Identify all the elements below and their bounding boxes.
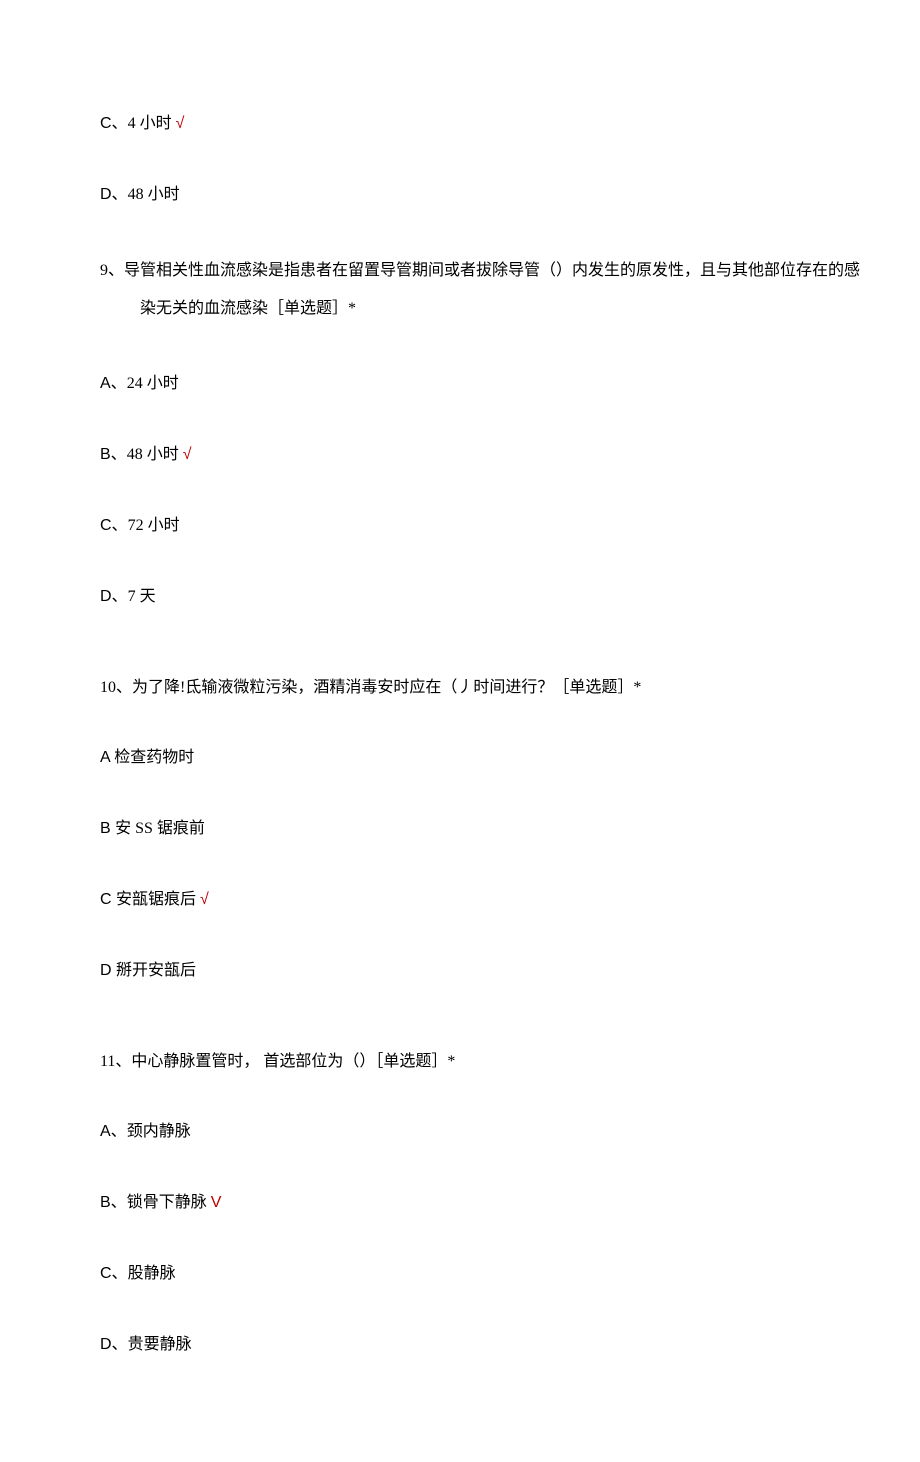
option-prefix: C、 [100,1265,128,1282]
option-prefix: D [100,962,116,979]
option-prefix: B、 [100,446,127,463]
option-text: 24 小时 [127,375,179,392]
q10-option-a: A 检查药物时 [60,744,860,773]
option-text: 72 小时 [128,517,180,534]
option-text: 48 小时 [128,186,180,203]
q9-option-c: C、72 小时 [60,512,860,541]
option-text: 安瓿锯痕后 [116,891,196,908]
q9-option-a: A、24 小时 [60,370,860,399]
q11-option-c: C、股静脉 [60,1260,860,1289]
option-prefix: B、 [100,1194,127,1211]
option-text: 掰开安瓿后 [116,962,196,979]
q10-option-c: C 安瓿锯痕后 √ [60,886,860,915]
option-prefix: D、 [100,1336,128,1353]
option-prefix: D、 [100,588,128,605]
option-prefix: A [100,749,114,766]
question-content: 11、中心静脉置管时， 首选部位为（）［单选题］* [100,1053,455,1070]
option-text: 安 SS 锯痕前 [115,820,205,837]
check-mark: √ [176,115,185,132]
check-mark: √ [200,891,209,908]
option-prefix: C [100,891,116,908]
q10-option-b: B 安 SS 锯痕前 [60,815,860,844]
option-text: 48 小时 [127,446,179,463]
option-prefix: A、 [100,1123,127,1140]
option-prefix: A、 [100,375,127,392]
q9-option-b: B、48 小时 √ [60,441,860,470]
option-text: 颈内静脉 [127,1123,191,1140]
q10-option-d: D 掰开安瓿后 [60,957,860,986]
option-prefix: B [100,820,115,837]
q11-option-a: A、颈内静脉 [60,1118,860,1147]
option-text: 7 天 [128,588,156,605]
q9-text: 9、导管相关性血流感染是指患者在留置导管期间或者拔除导管（）内发生的原发性，且与… [100,252,860,329]
option-prefix: D、 [100,186,128,203]
q10-text: 10、为了降!氐输液微粒污染，酒精消毒安时应在（丿时间进行？［单选题］* [60,674,860,703]
option-prefix: C、 [100,115,128,132]
option-text: 检查药物时 [114,749,194,766]
q9-option-d: D、7 天 [60,583,860,612]
option-text: 贵要静脉 [128,1336,192,1353]
option-text: 锁骨下静脉 [127,1194,207,1211]
check-mark: √ [183,446,192,463]
q11-option-d: D、贵要静脉 [60,1331,860,1360]
option-prefix: C、 [100,517,128,534]
question-content: 9、导管相关性血流感染是指患者在留置导管期间或者拔除导管（）内发生的原发性，且与… [100,262,860,317]
option-text: 4 小时 [128,115,172,132]
q11-text: 11、中心静脉置管时， 首选部位为（）［单选题］* [60,1048,860,1077]
question-content: 10、为了降!氐输液微粒污染，酒精消毒安时应在（丿时间进行？［单选题］* [100,679,641,696]
option-text: 股静脉 [128,1265,176,1282]
q8-option-d: D、48 小时 [60,181,860,210]
check-mark: V [211,1194,222,1211]
q8-option-c: C、4 小时 √ [60,110,860,139]
q11-option-b: B、锁骨下静脉 V [60,1189,860,1218]
